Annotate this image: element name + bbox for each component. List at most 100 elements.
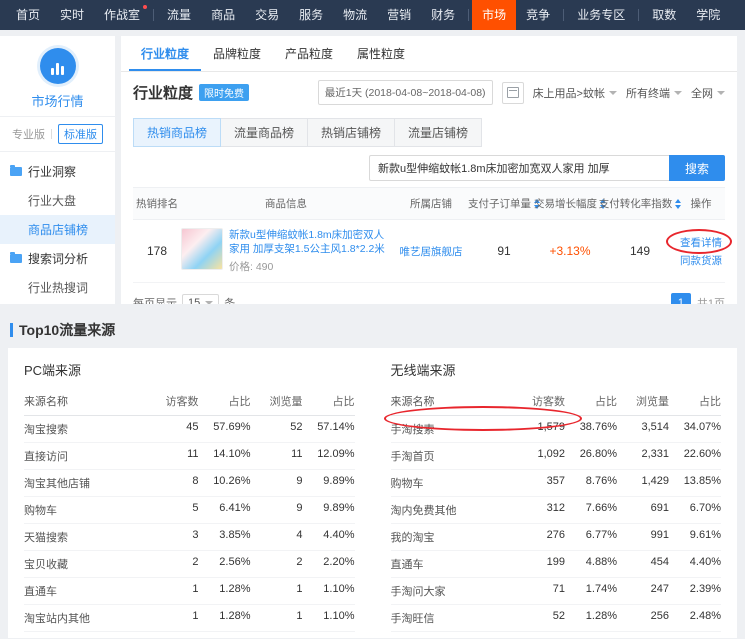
page-number-button[interactable]: 1 bbox=[670, 293, 691, 304]
views-pct-value: 6.70% bbox=[689, 502, 721, 514]
traffic-section-header: Top10流量来源 bbox=[10, 320, 737, 340]
sidebar-group-search-analysis[interactable]: 搜索词分析 bbox=[0, 244, 115, 273]
traffic-row: 淘宝站内其他 1 1.28% 1 1.10% bbox=[24, 605, 355, 632]
nav-item-academy[interactable]: 学院 bbox=[686, 0, 730, 30]
date-range-picker[interactable]: 最近1天 (2018-04-08~2018-04-08) bbox=[317, 80, 493, 105]
nav-item-market[interactable]: 市场 bbox=[472, 0, 517, 30]
visitors-value: 45 bbox=[186, 421, 199, 433]
source-name: 购物车 bbox=[390, 478, 424, 490]
search-row: 搜索 bbox=[121, 147, 737, 187]
wireless-traffic-header: 来源名称 访客数 占比 浏览量 占比 bbox=[390, 387, 721, 416]
views-pct-value: 9.61% bbox=[689, 529, 721, 541]
product-title-link[interactable]: 新款u型伸缩蚊帐1.8m床加密双人家用 加厚支架1.5公主风1.8*2.2米 bbox=[229, 228, 385, 256]
header-orders-sort[interactable]: 支付子订单量 bbox=[468, 188, 540, 219]
source-name: 手淘问大家 bbox=[390, 586, 446, 598]
nav-item-realtime[interactable]: 实时 bbox=[50, 0, 94, 30]
views-value: 9 bbox=[296, 502, 303, 514]
visitors-value: 276 bbox=[546, 529, 565, 541]
nav-item-data-extract[interactable]: 取数 bbox=[642, 0, 686, 30]
visitors-value: 199 bbox=[546, 556, 565, 568]
pc-traffic-table: PC端来源 来源名称 访客数 占比 浏览量 占比 淘宝搜索 45 57.69% … bbox=[24, 360, 355, 638]
granularity-tab[interactable]: 属性粒度 bbox=[345, 36, 417, 71]
granularity-tab[interactable]: 行业粒度 bbox=[129, 36, 202, 71]
nav-item-business-zone[interactable]: 业务专区 bbox=[567, 0, 635, 30]
terminal-dropdown[interactable]: 所有终端 bbox=[626, 85, 682, 101]
nav-divider bbox=[563, 9, 565, 21]
rank-tab[interactable]: 流量店铺榜 bbox=[394, 118, 483, 147]
chevron-down-icon bbox=[205, 301, 214, 304]
product-image[interactable] bbox=[181, 228, 223, 270]
views-pct-value: 12.09% bbox=[317, 448, 355, 460]
header-visitors: 访客数 bbox=[532, 396, 565, 408]
nav-item-logistics[interactable]: 物流 bbox=[333, 0, 377, 30]
visitors-pct-value: 1.28% bbox=[585, 610, 617, 622]
category-dropdown[interactable]: 床上用品>蚊帐 bbox=[533, 85, 617, 101]
chevron-down-icon bbox=[674, 90, 682, 95]
nav-item-service[interactable]: 服务 bbox=[289, 0, 333, 30]
visitors-pct-value: 6.77% bbox=[585, 529, 617, 541]
traffic-row: 购物车 5 6.41% 9 9.89% bbox=[24, 497, 355, 524]
nav-item-war-room[interactable]: 作战室 bbox=[94, 0, 150, 30]
search-button[interactable]: 搜索 bbox=[668, 155, 725, 181]
nav-item-traffic[interactable]: 流量 bbox=[157, 0, 201, 30]
same-source-link[interactable]: 同款货源 bbox=[680, 253, 722, 268]
growth-value: +3.13% bbox=[549, 244, 591, 259]
pagination: 每页显示 15 条 1 共1页 bbox=[121, 283, 737, 304]
nav-item-competition[interactable]: 竞争 bbox=[516, 0, 560, 30]
traffic-row: 天猫搜索 3 3.85% 4 4.40% bbox=[24, 524, 355, 551]
pc-traffic-title: PC端来源 bbox=[24, 363, 82, 378]
traffic-row: 海外流量其他 1 1.28% 1 1.10% bbox=[24, 632, 354, 638]
version-pro[interactable]: 专业版 bbox=[12, 126, 45, 142]
nav-item-trade[interactable]: 交易 bbox=[245, 0, 289, 30]
views-pct-value: 13.85% bbox=[683, 475, 721, 487]
pc-traffic-header: 来源名称 访客数 占比 浏览量 占比 bbox=[24, 387, 355, 416]
sidebar-group-industry-insight[interactable]: 行业洞察 bbox=[0, 157, 115, 186]
visitors-value: 1 bbox=[147, 637, 198, 638]
views-pct-value: 4.40% bbox=[323, 529, 355, 541]
per-page-unit: 条 bbox=[224, 295, 235, 304]
network-dropdown[interactable]: 全网 bbox=[691, 85, 725, 101]
version-standard[interactable]: 标准版 bbox=[58, 124, 103, 144]
traffic-row: 手淘旺信 52 1.28% 256 2.48% bbox=[390, 605, 721, 632]
rank-tab[interactable]: 热销商品榜 bbox=[133, 118, 222, 147]
view-detail-link[interactable]: 查看详情 bbox=[680, 235, 722, 250]
sidebar-item-industry-overview[interactable]: 行业大盘 bbox=[0, 186, 115, 215]
visitors-pct-value: 14.10% bbox=[213, 448, 251, 460]
visitors-value: 2 bbox=[192, 556, 199, 568]
nav-item-marketing[interactable]: 营销 bbox=[377, 0, 421, 30]
source-name: 手淘首页 bbox=[390, 451, 435, 463]
views-value: 4 bbox=[296, 529, 303, 541]
views-pct-value: 34.07% bbox=[683, 421, 721, 433]
header-views: 浏览量 bbox=[269, 396, 303, 408]
header-conversion-sort[interactable]: 支付转化率指数 bbox=[599, 188, 682, 219]
calendar-button[interactable] bbox=[501, 81, 524, 104]
per-page-select[interactable]: 15 bbox=[182, 294, 220, 304]
header-visitors: 访客数 bbox=[165, 396, 199, 408]
visitors-pct-value: 10.26% bbox=[213, 475, 251, 487]
nav-item-product[interactable]: 商品 bbox=[201, 0, 245, 30]
sidebar-item-hot-search-words[interactable]: 行业热搜词 bbox=[0, 273, 115, 302]
per-page-label: 每页显示 bbox=[133, 295, 177, 304]
rank-tab[interactable]: 流量商品榜 bbox=[220, 118, 309, 147]
search-input[interactable] bbox=[368, 155, 669, 181]
visitors-pct-value: 6.41% bbox=[219, 502, 251, 514]
nav-item-home[interactable]: 首页 bbox=[6, 0, 50, 30]
granularity-tab[interactable]: 产品粒度 bbox=[273, 36, 345, 71]
traffic-row: 淘宝搜索 45 57.69% 52 57.14% bbox=[24, 416, 355, 443]
header-actions: 操作 bbox=[690, 198, 712, 210]
traffic-row: 手淘首页 1,092 26.80% 2,331 22.60% bbox=[390, 443, 721, 470]
shop-link[interactable]: 唯艺居旗舰店 bbox=[400, 246, 463, 258]
views-pct-value: 4.40% bbox=[689, 556, 721, 568]
group-label: 行业洞察 bbox=[28, 165, 77, 179]
header-growth-sort[interactable]: 交易增长幅度 bbox=[534, 188, 606, 219]
nav-divider bbox=[638, 9, 640, 21]
header-conversion-label: 支付转化率指数 bbox=[598, 198, 673, 210]
rank-tab[interactable]: 热销店铺榜 bbox=[307, 118, 396, 147]
visitors-value: 52 bbox=[552, 610, 565, 622]
granularity-tab[interactable]: 品牌粒度 bbox=[201, 36, 273, 71]
sidebar-item-search-word-query[interactable]: 搜索词查询 bbox=[0, 302, 115, 304]
header-source-name: 来源名称 bbox=[390, 396, 435, 408]
nav-item-finance[interactable]: 财务 bbox=[421, 0, 465, 30]
sidebar-item-product-shop-rank[interactable]: 商品店铺榜 bbox=[0, 215, 115, 244]
table-row: 178 新款u型伸缩蚊帐1.8m床加密双人家用 加厚支架1.5公主风1.8*2.… bbox=[133, 220, 732, 284]
